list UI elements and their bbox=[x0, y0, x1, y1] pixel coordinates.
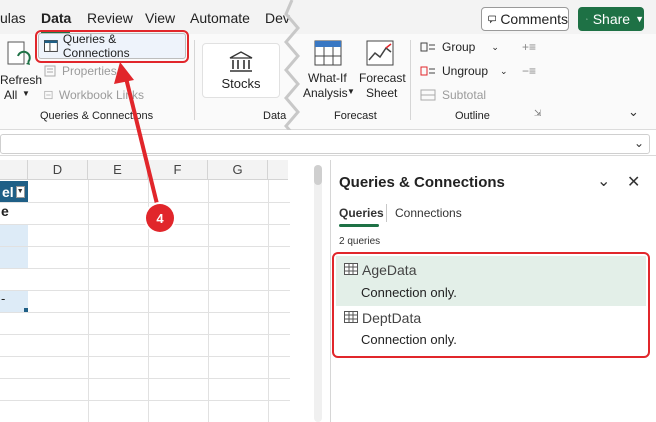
step-number-badge: 4 bbox=[146, 204, 174, 232]
pane-scrollbar-track[interactable] bbox=[314, 165, 322, 422]
close-pane-icon[interactable]: ✕ bbox=[627, 172, 640, 192]
pane-options-chevron-icon[interactable]: ⌄ bbox=[597, 171, 610, 191]
pane-tab-underline bbox=[339, 224, 379, 227]
pane-tab-queries[interactable]: Queries bbox=[339, 206, 384, 220]
query-count-label: 2 queries bbox=[339, 236, 381, 247]
callout-highlight-box bbox=[332, 252, 650, 358]
pane-title: Queries & Connections bbox=[339, 174, 505, 191]
pane-tab-connections[interactable]: Connections bbox=[395, 206, 462, 220]
pane-tab-separator bbox=[386, 204, 387, 222]
pane-scrollbar-thumb[interactable] bbox=[314, 165, 322, 185]
